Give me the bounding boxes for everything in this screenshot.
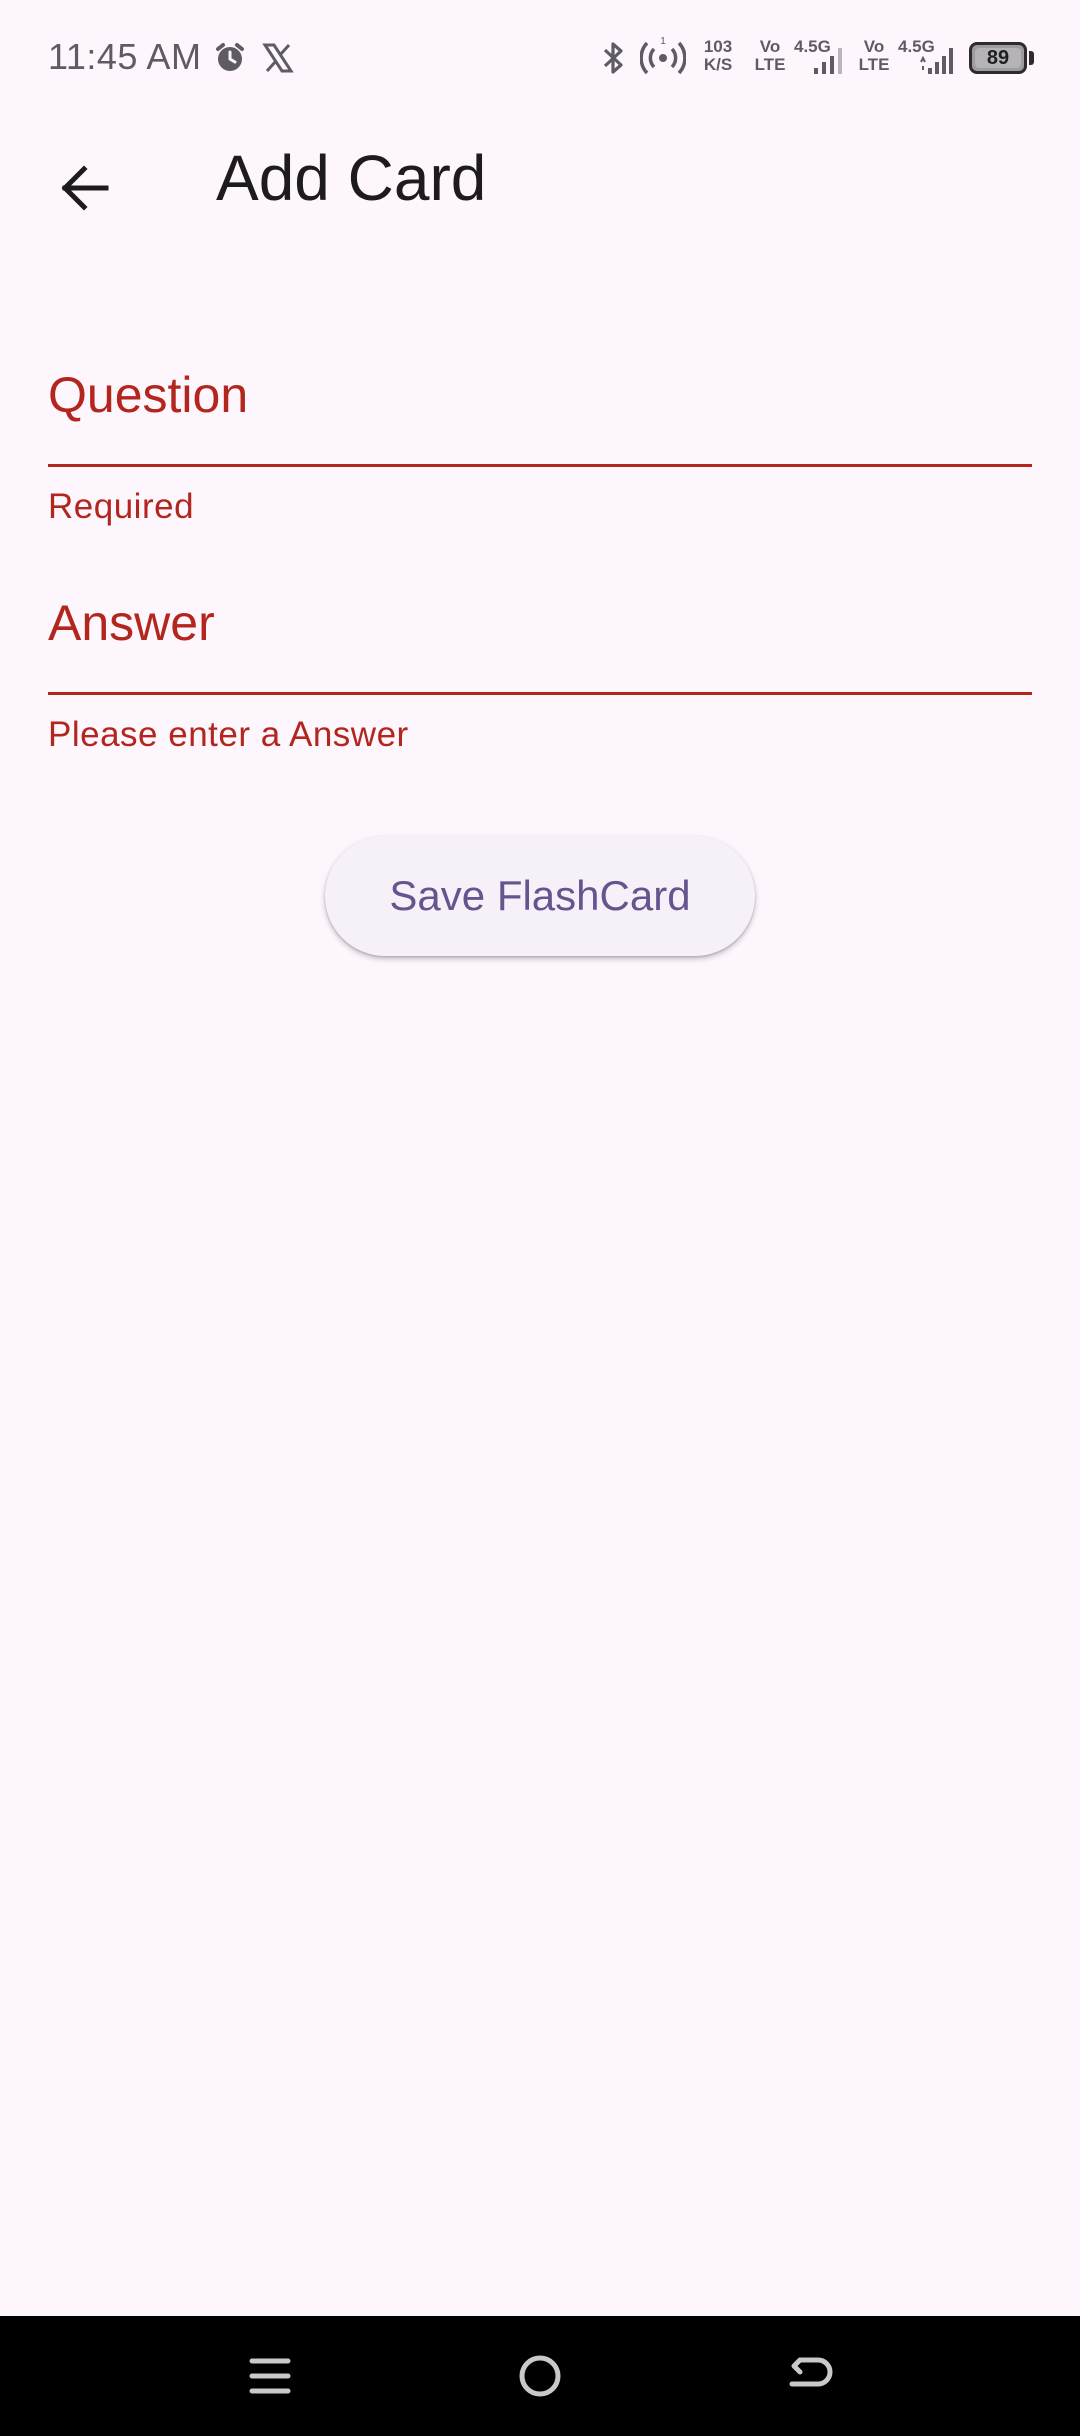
answer-input[interactable] — [48, 578, 1032, 668]
hotspot-icon: 1 — [640, 36, 686, 75]
alarm-icon — [216, 43, 244, 71]
sim1-vo-label: Vo — [759, 37, 781, 56]
status-time: 11:45 AM — [48, 36, 202, 77]
net-speed-value: 103 — [703, 37, 733, 56]
app-bar: Add Card — [0, 118, 1080, 238]
net-speed: 103 K/S — [698, 38, 738, 74]
signal-icon — [920, 48, 953, 74]
answer-underline — [48, 692, 1032, 695]
question-field: Required — [48, 350, 1032, 527]
home-circle-icon — [519, 2355, 561, 2397]
back-nav-button[interactable] — [770, 2336, 850, 2416]
home-button[interactable] — [500, 2336, 580, 2416]
navigation-bar — [0, 2316, 1080, 2436]
x-app-icon — [262, 43, 294, 73]
answer-error: Please enter a Answer — [48, 715, 409, 754]
status-bar: 11:45 AM 1 103 K/S Vo LTE 4.5G Vo LTE 4.… — [0, 0, 1080, 118]
back-gesture-icon — [789, 2357, 833, 2387]
sim2-vo-label: Vo — [863, 37, 885, 56]
net-speed-unit: K/S — [703, 55, 733, 74]
sim1-lte-label: LTE — [754, 55, 786, 74]
answer-field: Please enter a Answer — [48, 578, 1032, 755]
question-error: Required — [48, 487, 195, 526]
question-input[interactable] — [48, 350, 1032, 440]
save-flashcard-button[interactable]: Save FlashCard — [325, 836, 755, 956]
question-underline — [48, 464, 1032, 467]
back-button[interactable] — [34, 138, 134, 238]
bluetooth-icon — [603, 42, 623, 74]
sim1-volte: Vo LTE — [752, 38, 788, 74]
battery-level: 89 — [986, 47, 1010, 69]
page-title: Add Card — [216, 142, 487, 214]
sim2-lte-label: LTE — [858, 55, 890, 74]
recents-button[interactable] — [230, 2336, 310, 2416]
battery-tip — [1029, 51, 1034, 65]
svg-text:1: 1 — [660, 36, 666, 47]
menu-icon — [249, 2358, 291, 2394]
sim2-volte: Vo LTE — [856, 38, 892, 74]
arrow-back-icon — [61, 165, 109, 211]
battery-icon: 89 — [969, 42, 1027, 74]
signal-icon — [814, 48, 842, 74]
